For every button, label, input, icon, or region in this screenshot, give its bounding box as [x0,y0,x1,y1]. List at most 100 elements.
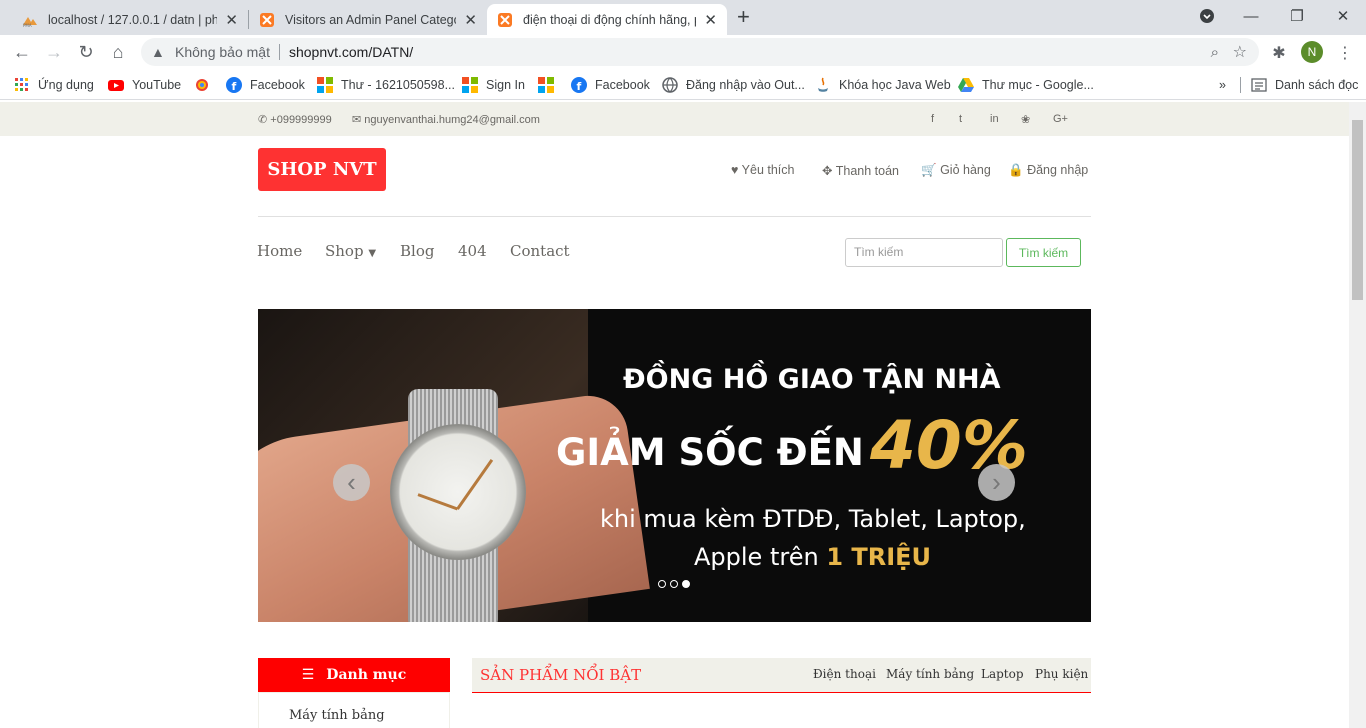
bookmark-star-icon[interactable]: ☆ [1233,42,1247,62]
shop-logo[interactable]: SHOP NVT [258,148,386,191]
bookmark-apps[interactable]: Ứng dụng [14,75,94,95]
tab-search-icon[interactable] [1184,0,1230,32]
tab-shop-active[interactable]: điện thoại di động chính hãng, p ✕ [487,4,727,35]
heart-icon: ♥ [731,163,739,177]
cart-label: Giỏ hàng [940,163,991,177]
zoom-icon[interactable]: ⌕ [1211,44,1219,61]
close-icon[interactable]: ✕ [704,11,717,29]
java-icon [818,77,828,92]
lock-icon: 🔒 [1008,163,1024,177]
nav-shop[interactable]: Shop ▼ [325,242,376,260]
microsoft-icon [317,77,333,93]
facebook-icon[interactable]: f [931,113,934,125]
featured-tab-tablets[interactable]: Máy tính bảng [886,667,974,681]
slider-next-icon[interactable]: › [978,464,1015,501]
bookmark-youtube[interactable]: YouTube [108,75,181,95]
tab-phpmyadmin[interactable]: PMA localhost / 127.0.0.1 / datn | php ✕ [12,4,248,35]
scrollbar-thumb[interactable] [1352,120,1363,300]
apps-grid-icon [15,78,28,91]
svg-text:f: f [577,80,582,93]
bookmark-facebook-2[interactable]: f Facebook [571,75,650,95]
login-label: Đăng nhập [1027,163,1089,177]
search-input[interactable]: Tìm kiếm [845,238,1003,267]
menu-wishlist[interactable]: ♥ Yêu thích [731,163,795,177]
category-title: Danh mục [326,667,407,683]
bookmarks-divider [1240,77,1241,93]
warning-icon: ▲ [151,44,165,60]
xampp-icon [260,12,274,27]
linkedin-icon[interactable]: in [990,113,999,125]
bookmark-label: Thư mục - Google... [982,78,1094,92]
bookmark-facebook[interactable]: f Facebook [226,75,305,95]
youtube-icon [108,80,124,91]
browser-tab-strip: PMA localhost / 127.0.0.1 / datn | php ✕… [0,0,1366,35]
extensions-icon[interactable]: ✱ [1269,43,1289,63]
globe-icon [662,77,678,93]
microsoft-icon [462,77,478,93]
new-tab-icon[interactable]: + [737,5,750,29]
bookmarks-overflow[interactable]: » [1219,75,1226,95]
menu-kebab-icon[interactable]: ⋮ [1335,43,1355,63]
bookmark-colorful[interactable] [194,75,218,95]
nav-home[interactable]: Home [257,242,302,260]
avatar[interactable]: N [1301,41,1323,63]
svg-text:PMA: PMA [23,23,32,28]
banner-caption-prefix: Apple trên [694,543,819,571]
dribbble-icon[interactable]: ❀ [1021,113,1030,126]
url-text[interactable]: shopnvt.com/DATN/ [289,44,413,60]
category-item[interactable]: Máy tính bảng [289,708,385,723]
slider-dot[interactable] [670,580,678,588]
twitter-icon[interactable]: t [959,113,962,125]
slider-prev-icon[interactable]: ‹ [333,464,370,501]
xampp-icon [498,12,512,27]
facebook-icon: f [226,77,242,93]
bookmark-drive[interactable]: Thư mục - Google... [958,75,1094,95]
bookmark-mail[interactable]: Thư - 1621050598... [317,75,455,95]
back-icon[interactable]: ← [11,41,33,63]
reload-icon[interactable]: ↻ [75,41,97,63]
menu-login[interactable]: 🔒 Đăng nhập [1008,163,1088,178]
slider-dot-active[interactable] [682,580,690,588]
tab-admin-panel[interactable]: Visitors an Admin Panel Category ✕ [249,4,487,35]
security-label[interactable]: Không bảo mật [175,44,270,60]
phone-contact[interactable]: ✆ +099999999 [258,113,332,126]
banner-caption-highlight: 1 TRIỆU [826,543,932,571]
featured-tab-laptop[interactable]: Laptop [981,667,1024,681]
featured-tab-phones[interactable]: Điện thoại [813,667,876,681]
featured-tab-accessories[interactable]: Phụ kiện [1035,667,1088,681]
close-icon[interactable]: ✕ [225,11,238,29]
window-close-icon[interactable]: ✕ [1320,0,1366,32]
checkout-label: Thanh toán [835,164,899,178]
banner-caption: khi mua kèm ĐTDĐ, Tablet, Laptop, [600,505,1026,533]
nav-404[interactable]: 404 [458,242,487,260]
menu-cart[interactable]: 🛒 Giỏ hàng [921,163,991,178]
slider-dot[interactable] [658,580,666,588]
phpmyadmin-icon: PMA [23,16,37,28]
google-plus-icon[interactable]: G+ [1053,113,1068,125]
bookmark-signin[interactable]: Sign In [462,75,525,95]
search-button[interactable]: Tìm kiếm [1006,238,1081,267]
watch-face-image [390,424,526,560]
omnibox[interactable]: ▲ Không bảo mật shopnvt.com/DATN/ ⌕ ☆ [141,38,1259,66]
minimize-icon[interactable]: — [1228,0,1274,32]
caret-down-icon: ▼ [368,248,377,259]
bookmark-ms-grid[interactable] [538,75,562,95]
nav-shop-label: Shop [325,242,364,260]
facebook-icon: f [571,77,587,93]
close-icon[interactable]: ✕ [464,11,477,29]
restore-icon[interactable]: ❐ [1274,0,1320,32]
bookmark-label: Sign In [486,78,525,92]
home-icon[interactable]: ⌂ [107,41,129,63]
tab-title: localhost / 127.0.0.1 / datn | php [48,12,218,27]
bookmark-outlook[interactable]: Đăng nhập vào Out... [662,75,805,95]
header-top-bar: ✆ +099999999 ✉ nguyenvanthai.humg24@gmai… [0,102,1349,136]
phone-number: +099999999 [270,114,332,126]
nav-contact[interactable]: Contact [510,242,570,260]
email-contact[interactable]: ✉ nguyenvanthai.humg24@gmail.com [352,113,540,126]
forward-icon[interactable]: → [43,41,65,63]
nav-blog[interactable]: Blog [400,242,434,260]
reading-list[interactable]: Danh sách đọc [1251,75,1358,95]
bookmark-java[interactable]: Khóa học Java Web [815,75,951,95]
menu-checkout[interactable]: ✥ Thanh toán [822,163,899,178]
bookmark-label: Facebook [595,78,650,92]
